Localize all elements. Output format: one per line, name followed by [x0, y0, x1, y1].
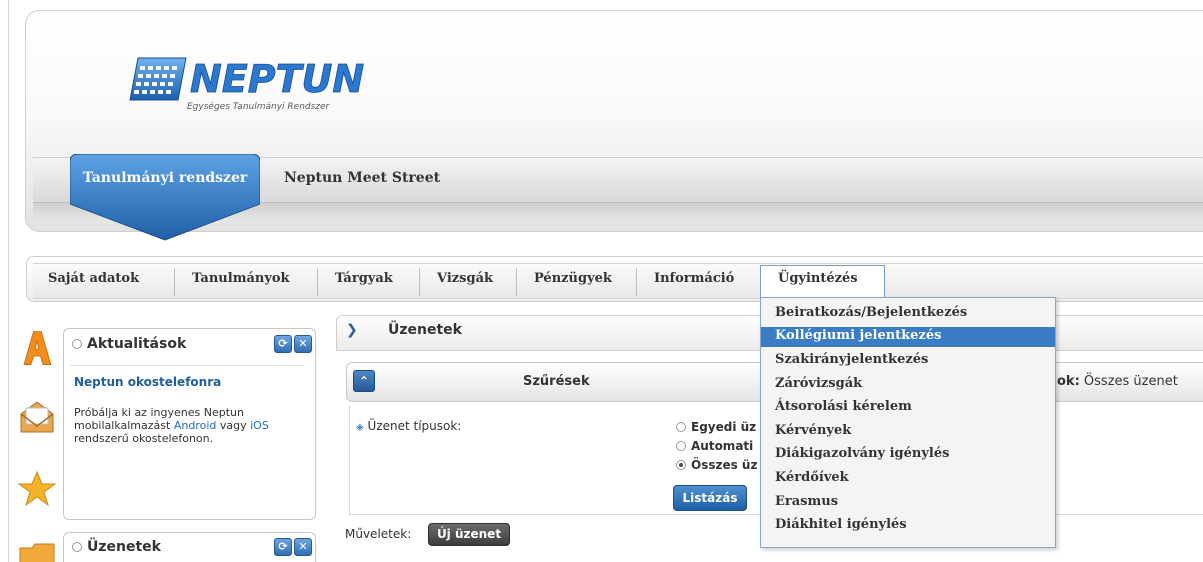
portlet-divider: [70, 365, 305, 366]
tab-neptun-meet-street[interactable]: Neptun Meet Street: [284, 170, 440, 186]
menu-separator: [174, 268, 175, 296]
dropdown-item-kerdoivek[interactable]: Kérdőívek: [775, 470, 1055, 485]
aktualitasok-title: Aktualitások: [87, 336, 187, 352]
option-label: Összes üz: [691, 458, 758, 472]
menu-item-targyak[interactable]: Tárgyak: [335, 271, 393, 286]
option-automatikus[interactable]: Automati: [676, 439, 753, 453]
menu-item-tanulmanyok[interactable]: Tanulmányok: [192, 271, 290, 286]
radio-selected-icon[interactable]: [676, 460, 686, 470]
filter-title: Szűrések: [523, 374, 590, 389]
menu-item-penzugyek[interactable]: Pénzügyek: [534, 271, 612, 286]
uzenetek-portlet-title: Üzenetek: [87, 539, 161, 555]
logo-subtitle: Egységes Tanulmányi Rendszer: [187, 102, 330, 112]
filter-summary-value: Összes üzenet: [1079, 374, 1178, 389]
radio-icon[interactable]: [676, 422, 686, 432]
aktualitasok-header: Aktualitások: [72, 336, 186, 352]
dropdown-item-szakirany[interactable]: Szakirányjelentkezés: [775, 352, 1055, 367]
option-label: Automati: [691, 439, 754, 453]
star-icon[interactable]: [18, 470, 56, 508]
menu-item-vizsgak[interactable]: Vizsgák: [437, 271, 493, 286]
message-types-label: ◈ Üzenet típusok:: [356, 419, 461, 433]
uzenetek-portlet-header: Üzenetek: [72, 539, 161, 555]
list-button[interactable]: Listázás: [673, 485, 747, 511]
chevron-right-icon: ❯: [346, 322, 358, 338]
folder-icon[interactable]: [18, 538, 56, 562]
dropdown-item-zarovizsgak[interactable]: Záróvizsgák: [775, 376, 1055, 391]
logo-wordmark: NEPTUN: [190, 57, 364, 101]
news-body-text: rendszerű okostelefonon.: [74, 432, 214, 445]
left-border: [8, 0, 9, 562]
filter-summary-label: ok:: [1057, 374, 1080, 389]
menu-item-sajat-adatok[interactable]: Saját adatok: [48, 271, 139, 286]
option-egyedi[interactable]: Egyedi üz: [676, 420, 756, 434]
page-title: Üzenetek: [388, 322, 462, 338]
envelope-icon[interactable]: [18, 398, 56, 436]
menu-separator: [636, 268, 637, 296]
menu-separator: [317, 268, 318, 296]
dropdown-item-kollegiumi[interactable]: Kollégiumi jelentkezés: [775, 328, 1055, 343]
message-types-label-text: Üzenet típusok:: [367, 419, 462, 433]
android-link[interactable]: Android: [174, 419, 217, 432]
portlet-bullet-icon: [72, 542, 82, 552]
radio-icon[interactable]: [676, 441, 686, 451]
menu-item-informacio[interactable]: Információ: [654, 271, 734, 286]
option-osszes[interactable]: Összes üz: [676, 458, 757, 472]
close-icon[interactable]: ✕: [294, 538, 312, 556]
dropdown-item-kervenyek[interactable]: Kérvények: [775, 423, 1055, 438]
news-title[interactable]: Neptun okostelefonra: [74, 375, 221, 389]
news-body: Próbálja ki az ingyenes Neptun mobilalka…: [74, 406, 304, 445]
new-message-button[interactable]: Új üzenet: [428, 523, 510, 546]
collapse-icon[interactable]: ⌃: [353, 370, 375, 392]
system-tab-active-shape: [70, 154, 260, 241]
dropdown-item-diakigazolvany[interactable]: Diákigazolvány igénylés: [775, 446, 1055, 461]
menu-separator: [419, 268, 420, 296]
menu-item-ugyintezes[interactable]: Ügyintézés: [778, 271, 858, 286]
filter-summary: ok: Összes üzenet: [1057, 374, 1178, 389]
aktualitasok-a-icon[interactable]: [18, 330, 56, 368]
operations-label: Műveletek:: [345, 527, 412, 541]
close-icon[interactable]: ✕: [294, 335, 312, 353]
menu-separator: [516, 268, 517, 296]
dropdown-item-diakhitel[interactable]: Diákhitel igénylés: [775, 517, 1055, 532]
refresh-icon[interactable]: ⟳: [274, 538, 292, 556]
diamond-bullet-icon: ◈: [356, 422, 364, 433]
news-body-text: vagy: [216, 419, 251, 432]
option-label: Egyedi üz: [691, 420, 757, 434]
portlet-bullet-icon: [72, 339, 82, 349]
dropdown-item-erasmus[interactable]: Erasmus: [775, 494, 1055, 509]
dropdown-item-atsorolasi[interactable]: Átsorolási kérelem: [775, 399, 1055, 414]
refresh-icon[interactable]: ⟳: [274, 335, 292, 353]
tab-tanulmanyi-rendszer[interactable]: Tanulmányi rendszer: [70, 170, 260, 186]
ios-link[interactable]: iOS: [250, 419, 269, 432]
dropdown-item-beiratkozas[interactable]: Beiratkozás/Bejelentkezés: [775, 305, 1055, 320]
